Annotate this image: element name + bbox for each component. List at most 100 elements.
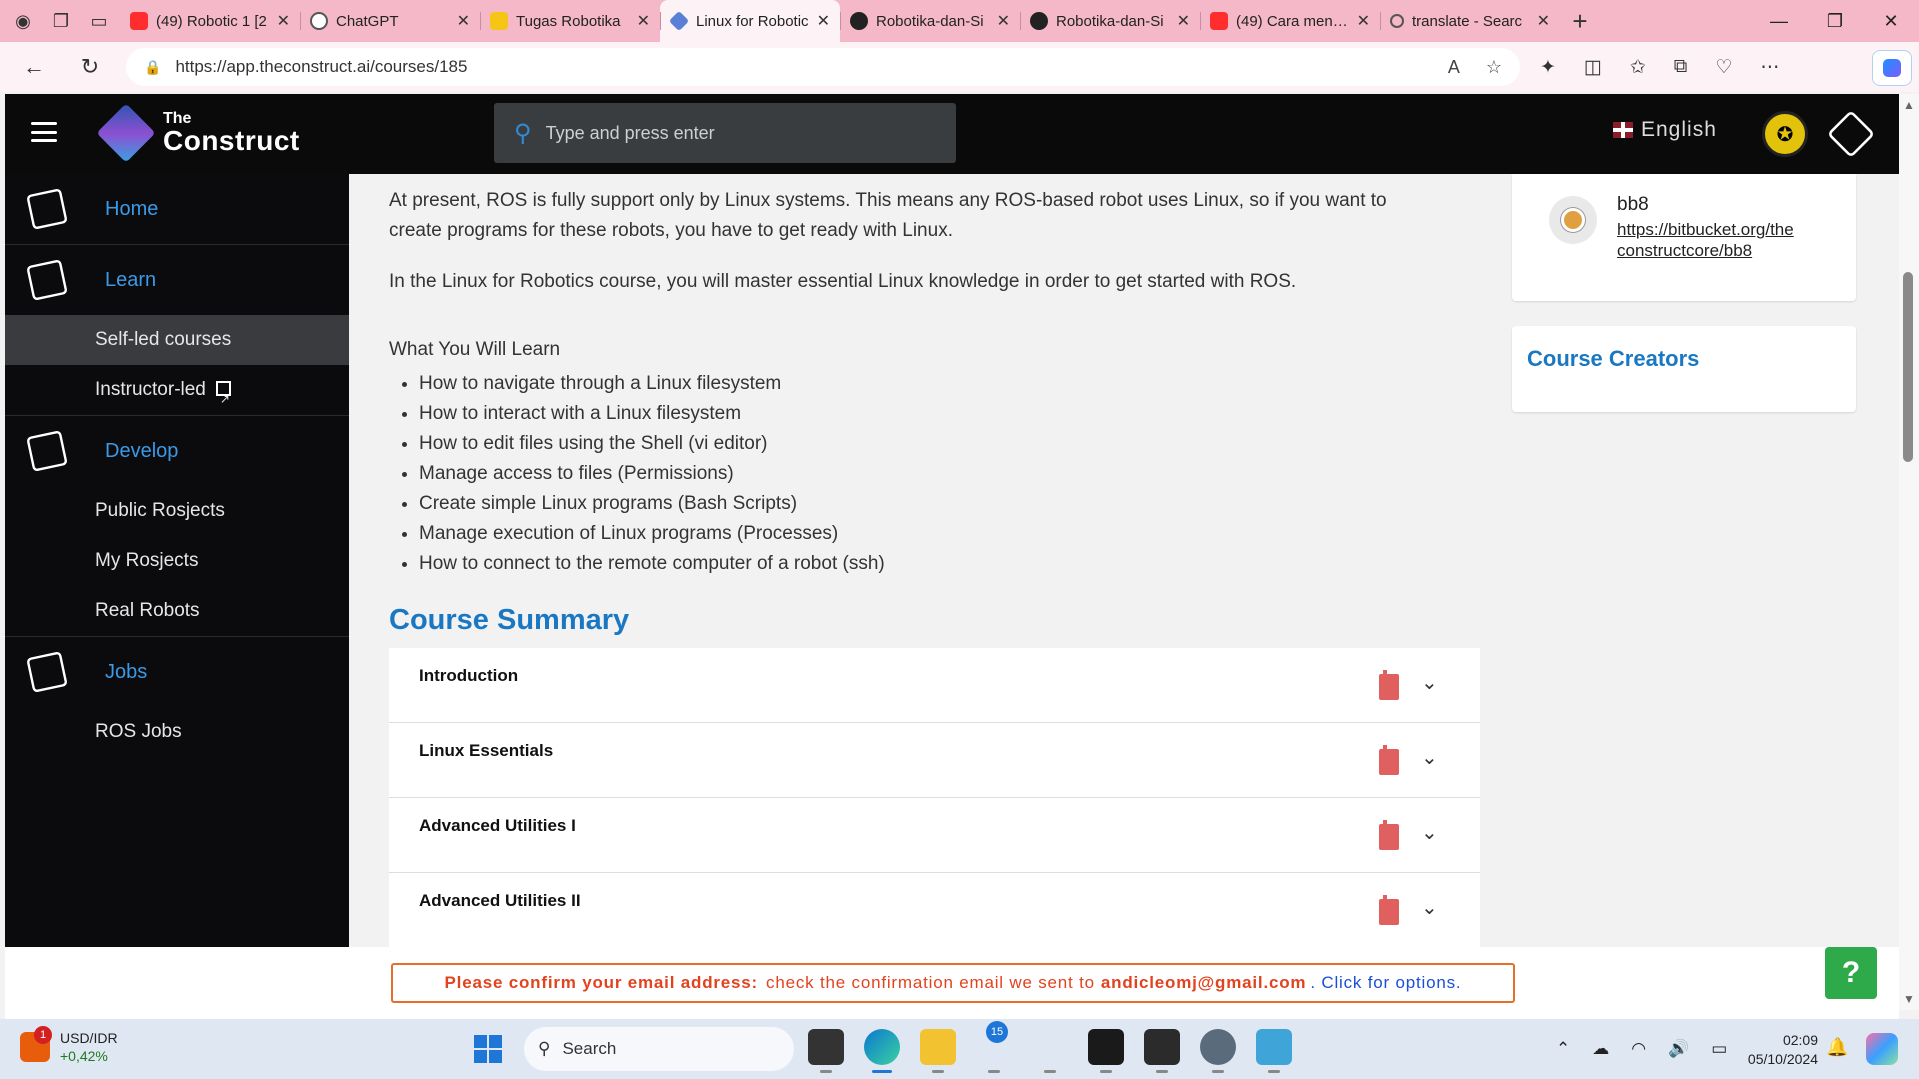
close-icon[interactable]: ✕: [637, 11, 650, 31]
search-input[interactable]: [545, 122, 926, 144]
email-options-link[interactable]: . Click for options.: [1310, 973, 1461, 993]
close-icon[interactable]: ✕: [817, 11, 830, 31]
close-icon[interactable]: ✕: [1357, 11, 1370, 31]
close-icon[interactable]: ✕: [277, 11, 290, 31]
blank-app-icon[interactable]: [1032, 1029, 1068, 1073]
browser-tab[interactable]: Robotika-dan-Si ✕: [840, 0, 1020, 42]
favorites-icon[interactable]: ✩: [1630, 56, 1646, 79]
url-text[interactable]: https://app.theconstruct.ai/courses/185: [175, 57, 1433, 77]
sidebar-item-learn[interactable]: Learn: [5, 245, 349, 315]
unit-accordion-advanced-utilities-1[interactable]: Advanced Utilities I ⌄: [389, 798, 1480, 873]
search-box[interactable]: ⚲: [494, 103, 956, 163]
sidebar-item-real-robots[interactable]: Real Robots: [5, 586, 349, 636]
unit-accordion-linux-essentials[interactable]: Linux Essentials ⌄: [389, 723, 1480, 798]
chevron-down-icon[interactable]: ⌄: [1421, 745, 1438, 770]
copilot-taskbar-icon[interactable]: [1866, 1033, 1898, 1065]
scroll-up-icon[interactable]: ▲: [1903, 98, 1915, 112]
back-icon[interactable]: ←: [10, 54, 58, 80]
tab-actions-icon[interactable]: ▭: [86, 8, 112, 34]
browser-tab[interactable]: translate - Searc ✕: [1380, 0, 1560, 42]
lock-icon[interactable]: 🔒: [144, 59, 161, 76]
file-explorer-icon[interactable]: [920, 1029, 956, 1073]
unit-accordion-advanced-utilities-2[interactable]: Advanced Utilities II ⌄: [389, 873, 1480, 947]
sidebar-item-home[interactable]: Home: [5, 174, 349, 244]
sidebar-item-jobs[interactable]: Jobs: [5, 637, 349, 707]
close-icon[interactable]: ✕: [1537, 11, 1550, 31]
home-icon: [26, 188, 68, 230]
user-profile-icon[interactable]: [1826, 109, 1876, 159]
browser-tab[interactable]: (49) Robotic 1 [2 ✕: [120, 0, 300, 42]
help-button[interactable]: ?: [1825, 947, 1877, 999]
app-with-badge-icon[interactable]: 15: [976, 1021, 1012, 1073]
battery-icon[interactable]: ▭: [1711, 1039, 1727, 1059]
page-scrollbar[interactable]: ▲ ▼: [1899, 94, 1919, 1010]
sidebar-item-my-rosjects[interactable]: My Rosjects: [5, 536, 349, 586]
read-aloud-icon[interactable]: A: [1448, 57, 1460, 78]
unit-accordion-introduction[interactable]: Introduction ⌄: [389, 648, 1480, 723]
chevron-up-icon[interactable]: ⌃: [1556, 1039, 1570, 1059]
sidebar-item-ros-jobs[interactable]: ROS Jobs: [5, 707, 349, 757]
minimize-icon[interactable]: —: [1751, 0, 1807, 42]
more-options-icon[interactable]: ⋯: [1760, 56, 1779, 79]
favorite-star-icon[interactable]: ☆: [1486, 57, 1502, 78]
clock[interactable]: 02:09 05/10/2024: [1738, 1031, 1818, 1069]
robot-link-line-2[interactable]: constructcore/bb8: [1617, 240, 1827, 261]
settings-gear-icon[interactable]: [1200, 1029, 1236, 1073]
close-icon[interactable]: ✕: [1177, 11, 1190, 31]
restore-icon[interactable]: ❐: [1807, 0, 1863, 42]
collections-icon[interactable]: ⧉: [1674, 56, 1688, 78]
extensions-icon[interactable]: ✦: [1540, 56, 1556, 79]
split-screen-icon[interactable]: ◫: [1584, 56, 1602, 79]
profile-avatar-icon[interactable]: ◉: [10, 8, 36, 34]
chatgpt-icon: [310, 12, 328, 30]
stock-widget[interactable]: 1 USD/IDR +0,42%: [20, 1026, 118, 1065]
chevron-down-icon[interactable]: ⌄: [1421, 820, 1438, 845]
copilot-icon[interactable]: [1872, 50, 1912, 86]
robot-link-line-1[interactable]: https://bitbucket.org/the: [1617, 219, 1827, 240]
edge-icon[interactable]: [864, 1029, 900, 1073]
notification-bell-icon[interactable]: 🔔: [1826, 1037, 1848, 1058]
browser-tab[interactable]: Robotika-dan-Si ✕: [1020, 0, 1200, 42]
achievement-badge-icon[interactable]: ✪: [1762, 111, 1808, 157]
browser-tab[interactable]: ChatGPT ✕: [300, 0, 480, 42]
browser-tab[interactable]: Tugas Robotika ✕: [480, 0, 660, 42]
sidebar-item-develop[interactable]: Develop: [5, 416, 349, 486]
email-message: check the confirmation email we sent to: [766, 973, 1095, 992]
task-view-icon[interactable]: [808, 1029, 844, 1073]
close-window-icon[interactable]: ✕: [1863, 0, 1919, 42]
construct-logo[interactable]: The Construct: [96, 103, 300, 163]
volume-icon[interactable]: 🔊: [1668, 1039, 1689, 1059]
scrollbar-thumb[interactable]: [1903, 272, 1913, 462]
close-icon[interactable]: ✕: [997, 11, 1010, 31]
browser-essentials-icon[interactable]: ♡: [1715, 56, 1732, 79]
email-confirm-banner[interactable]: Please confirm your email address: check…: [391, 963, 1515, 1003]
chevron-down-icon[interactable]: ⌄: [1421, 895, 1438, 920]
notepad-icon[interactable]: [1256, 1029, 1292, 1073]
robot-avatar: [1549, 196, 1597, 244]
taskbar-search[interactable]: ⚲ Search: [524, 1027, 794, 1071]
wifi-icon[interactable]: ◠: [1631, 1039, 1646, 1059]
cloud-icon[interactable]: ☁: [1592, 1039, 1609, 1059]
chevron-down-icon[interactable]: ⌄: [1421, 670, 1438, 695]
sidebar-item-self-led-courses[interactable]: Self-led courses: [5, 315, 349, 365]
app-header: The Construct ⚲ English ✪: [5, 94, 1899, 174]
windows-start-icon[interactable]: [474, 1035, 502, 1063]
close-icon[interactable]: ✕: [457, 11, 470, 31]
course-description: In the Linux for Robotics course, you wi…: [389, 271, 1297, 292]
list-item: How to interact with a Linux filesystem: [419, 399, 885, 429]
terminal-icon[interactable]: [1088, 1029, 1124, 1073]
refresh-icon[interactable]: ↻: [66, 54, 114, 80]
workspaces-icon[interactable]: ❐: [48, 8, 74, 34]
intro-line-1: At present, ROS is fully support only by…: [389, 190, 1387, 211]
sidebar-item-public-rosjects[interactable]: Public Rosjects: [5, 486, 349, 536]
scroll-down-icon[interactable]: ▼: [1903, 992, 1915, 1006]
address-bar[interactable]: 🔒 https://app.theconstruct.ai/courses/18…: [126, 48, 1520, 86]
command-prompt-icon[interactable]: [1144, 1029, 1180, 1073]
browser-tab[interactable]: (49) Cara mengu ✕: [1200, 0, 1380, 42]
new-tab-button[interactable]: +: [1560, 6, 1600, 37]
browser-tab-active[interactable]: Linux for Robotic ✕: [660, 0, 840, 42]
robot-repo-link[interactable]: https://bitbucket.org/the constructcore/…: [1617, 219, 1827, 261]
sidebar-item-instructor-led[interactable]: Instructor-led: [5, 365, 349, 424]
hamburger-menu-icon[interactable]: [31, 122, 57, 142]
language-selector[interactable]: English: [1613, 118, 1717, 142]
